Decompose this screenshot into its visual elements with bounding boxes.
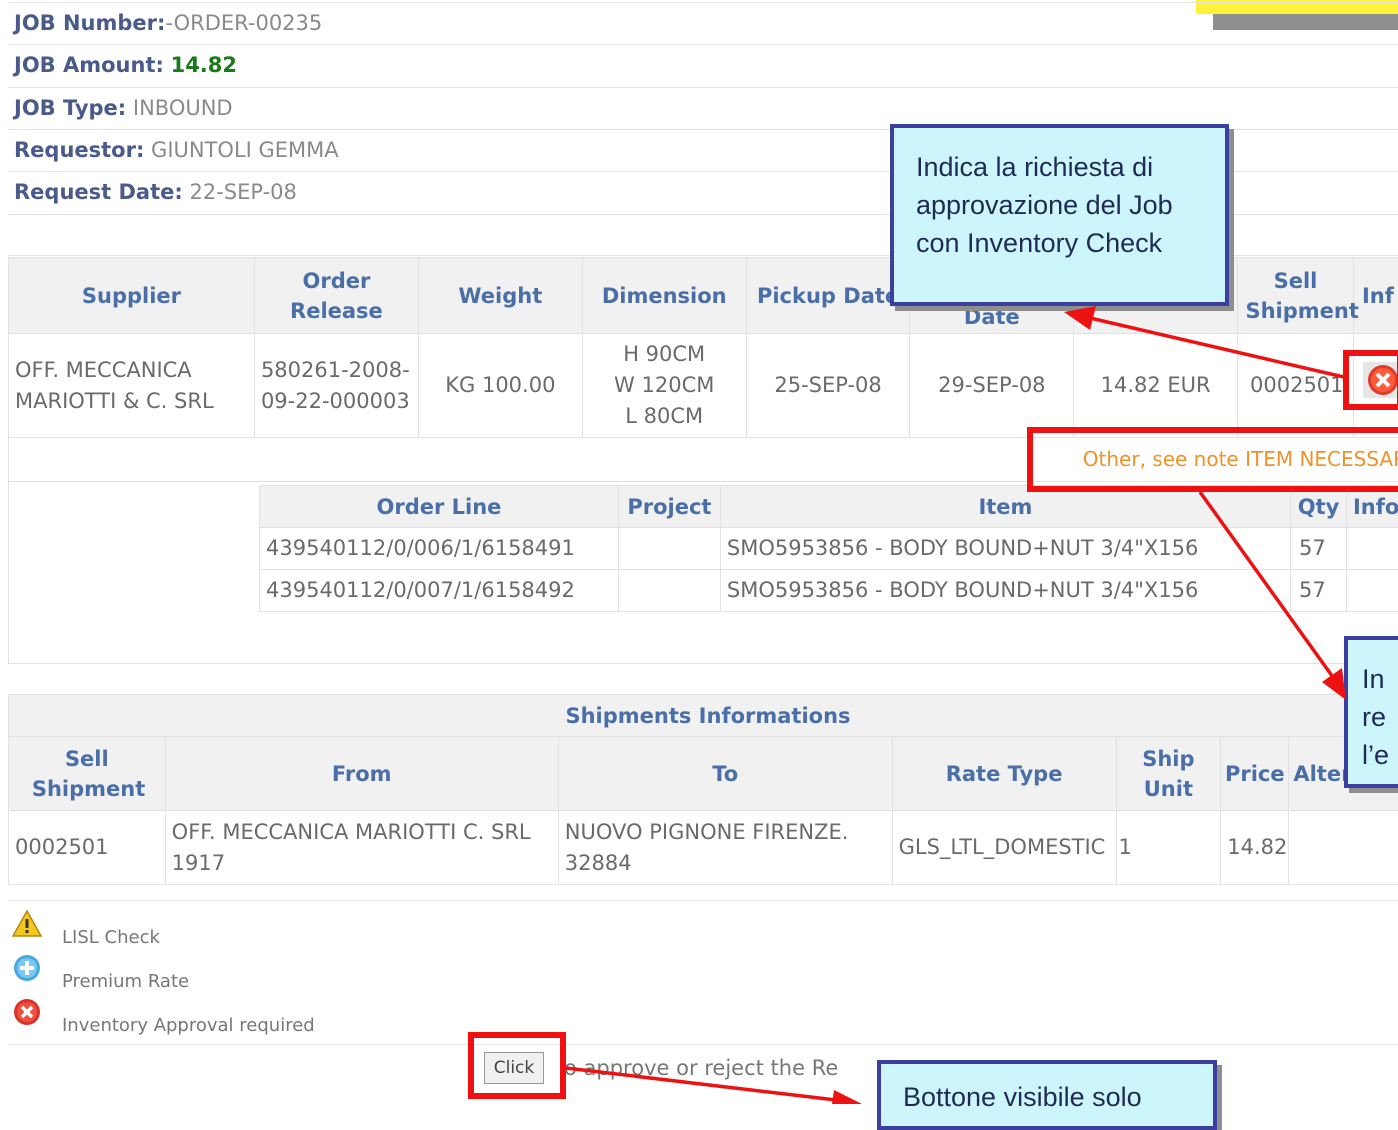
callout-arrows: [0, 0, 1398, 1104]
